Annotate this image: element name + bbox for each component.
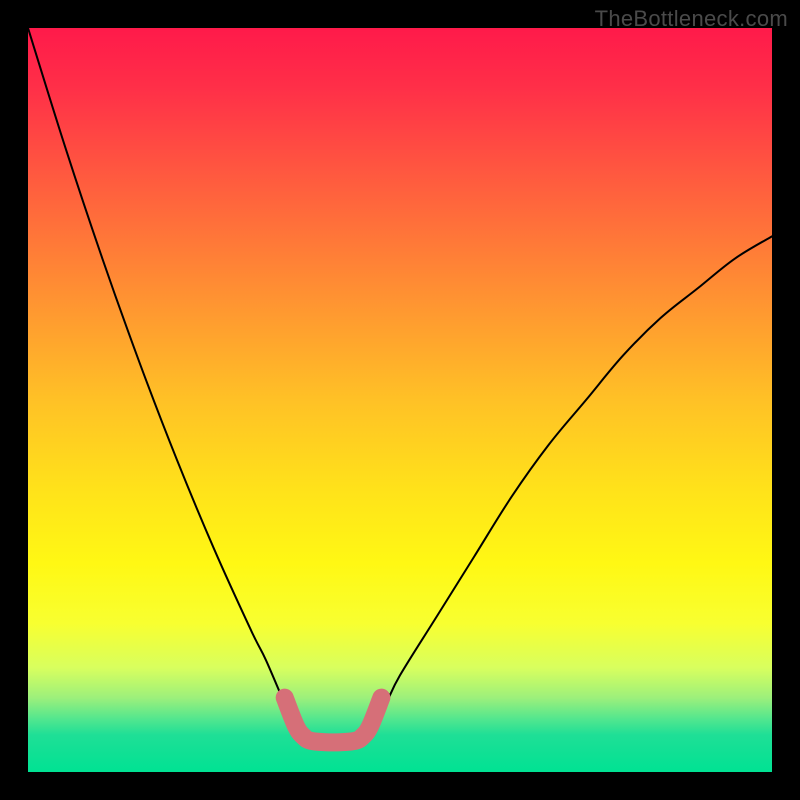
watermark-text: TheBottleneck.com bbox=[595, 6, 788, 32]
chart-svg bbox=[28, 28, 772, 772]
plot-area bbox=[28, 28, 772, 772]
chart-frame: TheBottleneck.com bbox=[0, 0, 800, 800]
gradient-background bbox=[28, 28, 772, 772]
